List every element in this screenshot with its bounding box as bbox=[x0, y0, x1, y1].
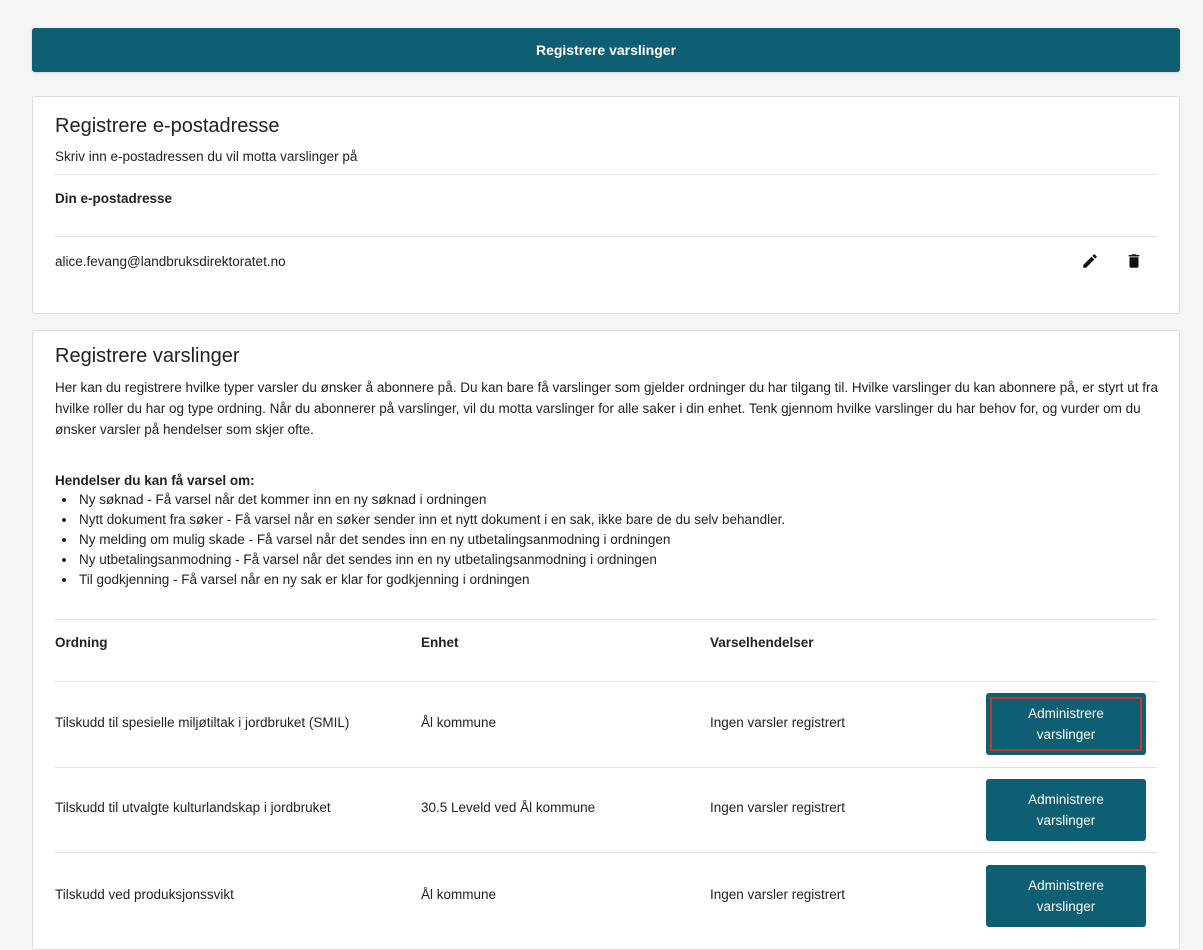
administrere-varslinger-button[interactable]: Administrere varslinger bbox=[986, 779, 1146, 841]
list-item: Ny utbetalingsanmodning - Få varsel når … bbox=[77, 550, 785, 570]
register-notifications-button[interactable]: Registrere varslinger bbox=[32, 28, 1180, 72]
notifications-description: Her kan du registrere hvilke typer varsl… bbox=[55, 380, 1159, 437]
administrere-varslinger-button[interactable]: Administrere varslinger bbox=[986, 865, 1146, 927]
divider bbox=[55, 852, 1157, 853]
column-header-enhet: Enhet bbox=[421, 635, 459, 650]
email-section-subtitle: Skriv inn e-postadressen du vil motta va… bbox=[55, 149, 358, 164]
divider bbox=[55, 174, 1157, 175]
events-list: Ny søknad - Få varsel når det kommer inn… bbox=[55, 490, 785, 590]
trash-icon[interactable] bbox=[1123, 250, 1145, 272]
table-cell-enhet: Ål kommune bbox=[421, 887, 497, 902]
table-cell-ordning: Tilskudd ved produksjonssvikt bbox=[55, 887, 234, 902]
events-heading: Hendelser du kan få varsel om: bbox=[55, 473, 255, 488]
table-cell-varsler: Ingen varsler registrert bbox=[710, 715, 846, 730]
column-header-ordning: Ordning bbox=[55, 635, 108, 650]
table-cell-varsler: Ingen varsler registrert bbox=[710, 887, 846, 902]
notifications-section-title: Registrere varslinger bbox=[55, 345, 240, 367]
email-section-title: Registrere e-postadresse bbox=[55, 115, 280, 137]
divider bbox=[55, 619, 1157, 620]
table-cell-enhet: Ål kommune bbox=[421, 715, 497, 730]
administrere-varslinger-button[interactable]: Administrere varslinger bbox=[986, 693, 1146, 755]
table-cell-varsler: Ingen varsler registrert bbox=[710, 800, 846, 815]
notifications-section: Registrere varslinger Her kan du registr… bbox=[32, 330, 1180, 950]
list-item: Ny melding om mulig skade - Få varsel nå… bbox=[77, 530, 785, 550]
email-value: alice.fevang@landbruksdirektoratet.no bbox=[55, 254, 286, 269]
table-cell-ordning: Tilskudd til utvalgte kulturlandskap i j… bbox=[55, 800, 331, 815]
list-item: Til godkjenning - Få varsel når en ny sa… bbox=[77, 570, 785, 590]
divider bbox=[55, 236, 1157, 237]
pencil-icon[interactable] bbox=[1079, 250, 1101, 272]
column-header-varselhendelser: Varselhendelser bbox=[710, 635, 814, 650]
email-section: Registrere e-postadresse Skriv inn e-pos… bbox=[32, 96, 1180, 314]
email-column-header: Din e-postadresse bbox=[55, 191, 173, 206]
table-cell-enhet: 30.5 Leveld ved Ål kommune bbox=[421, 800, 596, 815]
divider bbox=[55, 767, 1157, 768]
list-item: Nytt dokument fra søker - Få varsel når … bbox=[77, 510, 785, 530]
divider bbox=[55, 681, 1157, 682]
table-cell-ordning: Tilskudd til spesielle miljøtiltak i jor… bbox=[55, 715, 350, 730]
list-item: Ny søknad - Få varsel når det kommer inn… bbox=[77, 490, 785, 510]
